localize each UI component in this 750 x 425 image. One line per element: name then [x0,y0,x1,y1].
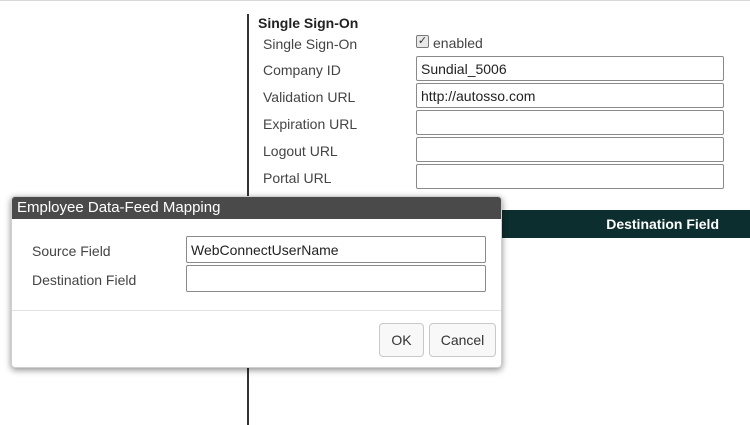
top-divider [0,0,750,1]
grid-header-destination-field[interactable]: Destination Field [499,210,750,238]
sso-enabled-checkbox[interactable]: ✓ [416,35,429,48]
check-icon: ✓ [417,35,428,47]
source-field-input[interactable] [186,236,486,263]
dialog-title[interactable]: Employee Data-Feed Mapping [12,197,501,219]
cancel-button[interactable]: Cancel [429,323,496,357]
expiration-url-label: Expiration URL [263,116,358,132]
logout-url-field[interactable] [416,137,724,162]
sso-section-title: Single Sign-On [258,15,359,31]
sso-enabled-checkbox-label[interactable]: enabled [433,35,483,51]
company-id-label: Company ID [263,62,341,78]
validation-url-field[interactable] [416,83,724,108]
company-id-field[interactable] [416,56,724,81]
source-field-label: Source Field [32,243,111,259]
portal-url-label: Portal URL [263,170,332,186]
validation-url-label: Validation URL [263,89,356,105]
destination-field-label: Destination Field [32,272,137,288]
destination-field-input[interactable] [186,265,486,292]
sso-enabled-label: Single Sign-On [263,36,358,52]
portal-url-field[interactable] [416,164,724,189]
logout-url-label: Logout URL [263,143,338,159]
ok-button[interactable]: OK [379,323,424,357]
dialog-footer-divider [12,310,501,311]
mapping-dialog: Employee Data-Feed Mapping Source Field … [11,196,502,368]
expiration-url-field[interactable] [416,110,724,135]
